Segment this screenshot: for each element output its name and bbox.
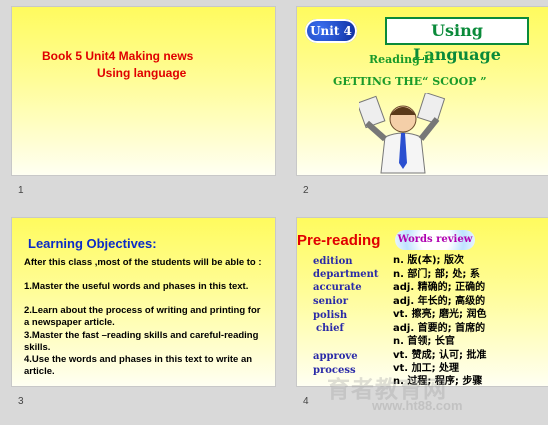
slide-thumbnail-4[interactable]: Pre-reading Words review edition departm… [296,217,548,407]
word-en: edition [313,256,353,267]
slide-1-title-line2: Using language [97,66,187,80]
slide-number: 2 [303,185,309,196]
unit-badge: Unit 4 [305,19,357,43]
word-en: accurate [313,282,362,293]
word-en: senior [313,296,348,307]
slide-1-title-line1: Book 5 Unit4 Making news [42,49,194,63]
word-en: department [313,269,379,280]
slide-number: 3 [18,396,24,407]
slide-thumbnail-3[interactable]: Learning Objectives: After this class ,m… [11,217,276,407]
slide-4-title: Pre-reading [297,232,381,249]
slide-thumbnail-2[interactable]: Unit 4 Using Language Reading II GETTING… [296,6,548,196]
slide-2-title: Using Language [385,17,529,64]
word-cn: vt. 擦亮; 磨光; 润色 [393,309,487,320]
word-cn: adj. 首要的; 首席的 [393,323,486,334]
slide-number: 1 [18,185,24,196]
word-cn: adj. 精确的; 正确的 [393,282,486,293]
objective-item: 2.Learn about the process of writing and… [24,305,261,328]
newsman-illustration [359,93,445,174]
word-cn: vt. 赞成; 认可; 批准 [393,350,487,361]
slide-thumbnail-1[interactable]: Book 5 Unit4 Making news Using language … [11,6,276,196]
words-review-label: Words review [395,230,475,250]
slide-2-heading: GETTING THE“ SCOOP ” [333,75,487,88]
slide-2-subtitle: Reading II [369,53,434,66]
objective-item: 1.Master the useful words and phases in … [24,281,249,292]
word-en: chief [316,323,344,334]
slide-1-title: Book 5 Unit4 Making news Using language [42,48,212,82]
objective-item: 4.Use the words and phases in this text … [24,354,253,377]
slide-3-title: Learning Objectives: [28,236,157,251]
slide-number: 4 [303,396,309,407]
word-cn: n. 首领; 长官 [393,336,455,347]
word-cn: adj. 年长的; 高级的 [393,296,486,307]
objective-item: 3.Master the fast –reading skills and ca… [24,330,259,353]
word-en: approve [313,351,358,362]
word-en: polish [313,310,348,321]
word-cn: n. 版(本); 版次 [393,255,465,266]
slide-3-intro: After this class ,most of the students w… [24,257,262,268]
word-cn: n. 部门; 部; 处; 系 [393,269,480,280]
watermark-url: www.ht88.com [372,398,463,413]
